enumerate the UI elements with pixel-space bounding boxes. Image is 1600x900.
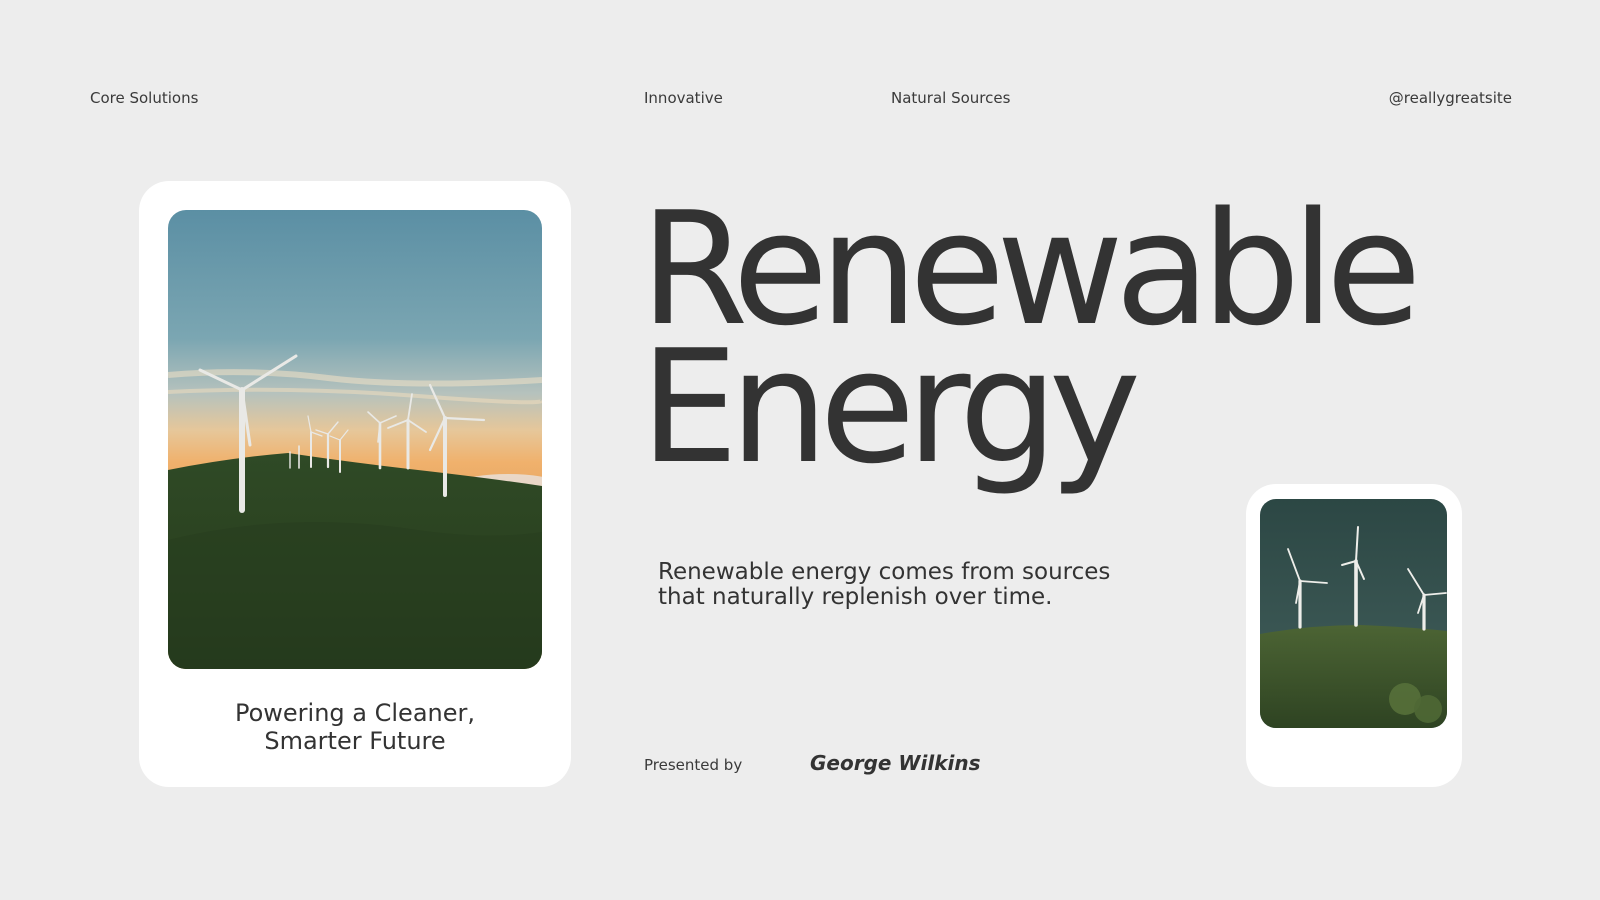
- caption-line-1: Powering a Cleaner,: [234, 699, 475, 727]
- subtitle-text: Renewable energy comes from sources that…: [658, 559, 1111, 610]
- tagline-natural-sources: Natural Sources: [891, 89, 1011, 107]
- tagline-innovative: Innovative: [644, 89, 723, 107]
- wind-turbines-sunset-photo: [168, 210, 542, 669]
- photo-card-left: Powering a Cleaner, Smarter Future: [139, 181, 571, 787]
- caption-line-2: Smarter Future: [264, 727, 446, 755]
- wind-turbines-hill-photo: [1260, 499, 1447, 728]
- presenter-name: George Wilkins: [810, 751, 981, 775]
- brand-label: Core Solutions: [90, 89, 199, 107]
- page-title: Renewable Energy: [640, 191, 1422, 485]
- photo-card-caption: Powering a Cleaner, Smarter Future: [139, 699, 571, 755]
- presented-by-label: Presented by: [644, 756, 743, 774]
- website-handle: @reallygreatsite: [1388, 89, 1512, 107]
- photo-card-right: [1246, 484, 1462, 787]
